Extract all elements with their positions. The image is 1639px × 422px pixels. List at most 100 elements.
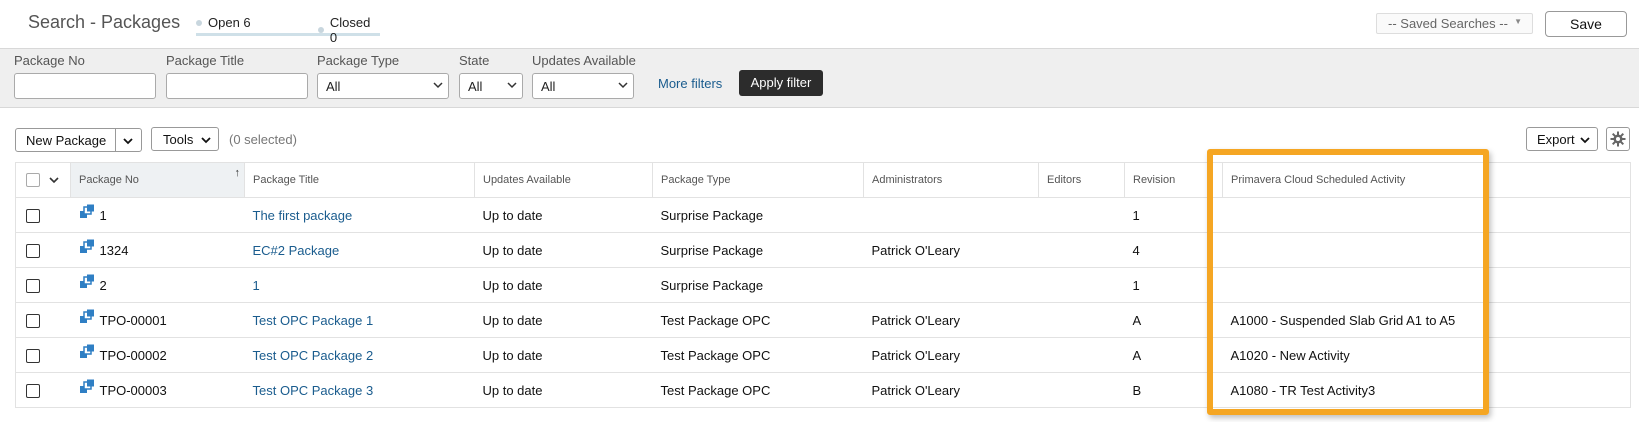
tab-open-label: Open 6 (208, 15, 251, 30)
row-select-cell[interactable] (15, 302, 71, 338)
table-row[interactable]: 1324 EC#2 Package Up to date Surprise Pa… (15, 232, 1631, 268)
table-row[interactable]: TPO-00003 Test OPC Package 3 Up to date … (15, 372, 1631, 408)
column-package-no[interactable]: Package No ↑ (70, 162, 245, 198)
state-label: State (459, 53, 490, 68)
package-type-cell: Surprise Package (652, 267, 864, 303)
administrators-cell: Patrick O'Leary (863, 372, 1039, 408)
administrators-cell: Patrick O'Leary (863, 302, 1039, 338)
select-all-checkbox[interactable] (26, 173, 40, 187)
revision-cell: B (1124, 372, 1223, 408)
state-value: All (468, 79, 483, 94)
package-type-label: Package Type (317, 53, 400, 68)
chevron-down-icon (618, 82, 628, 89)
column-package-type[interactable]: Package Type (652, 162, 864, 198)
package-no-text: 2 (99, 277, 107, 293)
status-tabs: Open 6 Closed 0 (196, 14, 380, 45)
package-icon (79, 379, 94, 393)
package-no-text: 1 (99, 207, 107, 223)
tools-button[interactable]: Tools (151, 127, 219, 151)
revision-cell: 4 (1124, 232, 1223, 268)
package-no-text: TPO-00002 (99, 347, 167, 363)
state-select[interactable]: All (459, 73, 523, 99)
chevron-down-icon (507, 82, 517, 89)
row-select-cell[interactable] (15, 337, 71, 373)
row-select-cell[interactable] (15, 232, 71, 268)
package-type-cell: Test Package OPC (652, 372, 864, 408)
updates-available-select[interactable]: All (532, 73, 634, 99)
package-title-link[interactable]: Test OPC Package 1 (244, 302, 475, 338)
status-dot-icon (196, 19, 202, 26)
package-title-link[interactable]: 1 (244, 267, 475, 303)
package-type-cell: Surprise Package (652, 232, 864, 268)
table-row[interactable]: TPO-00001 Test OPC Package 1 Up to date … (15, 302, 1631, 338)
editors-cell (1038, 267, 1125, 303)
package-icon (79, 239, 94, 253)
package-title-link[interactable]: EC#2 Package (244, 232, 475, 268)
table-row[interactable]: 1 The first package Up to date Surprise … (15, 197, 1631, 233)
editors-cell (1038, 372, 1125, 408)
editors-cell (1038, 197, 1125, 233)
administrators-cell (863, 197, 1039, 233)
export-button[interactable]: Export (1526, 127, 1598, 151)
column-package-no-label: Package No (79, 174, 139, 186)
column-primavera-activity[interactable]: Primavera Cloud Scheduled Activity (1222, 162, 1631, 198)
split-divider (115, 129, 116, 151)
row-checkbox[interactable] (26, 243, 40, 258)
table-row[interactable]: TPO-00002 Test OPC Package 2 Up to date … (15, 337, 1631, 373)
row-checkbox[interactable] (26, 313, 40, 328)
package-title-link[interactable]: The first package (244, 197, 475, 233)
activity-cell (1222, 232, 1631, 268)
updates-cell: Up to date (474, 267, 653, 303)
row-checkbox[interactable] (26, 208, 40, 223)
updates-cell: Up to date (474, 197, 653, 233)
package-icon (79, 274, 94, 288)
row-select-cell[interactable] (15, 267, 71, 303)
package-no-cell: TPO-00002 (70, 337, 245, 373)
page-header: Search - Packages Open 6 Closed 0 -- Sav… (0, 0, 1639, 48)
chevron-down-icon (1580, 137, 1590, 144)
settings-button[interactable] (1606, 127, 1630, 151)
editors-cell (1038, 232, 1125, 268)
row-select-cell[interactable] (15, 197, 71, 233)
sort-ascending-icon: ↑ (234, 167, 241, 179)
package-title-input[interactable] (166, 73, 308, 99)
chevron-down-icon[interactable] (49, 175, 59, 185)
select-all-header[interactable] (15, 162, 71, 198)
chevron-down-icon (201, 137, 211, 144)
more-filters-link[interactable]: More filters (658, 76, 722, 91)
revision-cell: A (1124, 337, 1223, 373)
column-package-title[interactable]: Package Title (244, 162, 475, 198)
package-no-input[interactable] (14, 73, 156, 99)
tab-open[interactable]: Open 6 (196, 15, 251, 30)
activity-cell (1222, 267, 1631, 303)
package-type-select[interactable]: All (317, 73, 449, 99)
row-checkbox[interactable] (26, 348, 40, 363)
new-package-split-button[interactable]: New Package (15, 128, 142, 152)
updates-cell: Up to date (474, 372, 653, 408)
package-no-cell: TPO-00001 (70, 302, 245, 338)
column-administrators[interactable]: Administrators (863, 162, 1039, 198)
activity-cell: A1080 - TR Test Activity3 (1222, 372, 1631, 408)
column-revision[interactable]: Revision (1124, 162, 1223, 198)
activity-cell: A1000 - Suspended Slab Grid A1 to A5 (1222, 302, 1631, 338)
packages-table: Package No ↑ Package Title Updates Avail… (15, 162, 1631, 408)
column-updates-available[interactable]: Updates Available (474, 162, 653, 198)
table-row[interactable]: 2 1 Up to date Surprise Package 1 (15, 267, 1631, 303)
column-editors[interactable]: Editors (1038, 162, 1125, 198)
tab-closed[interactable]: Closed 0 (318, 15, 380, 45)
row-checkbox[interactable] (26, 278, 40, 293)
save-button[interactable]: Save (1545, 11, 1627, 37)
saved-searches-select[interactable]: -- Saved Searches -- ▼ (1376, 13, 1533, 34)
apply-filter-button[interactable]: Apply filter (739, 70, 823, 96)
package-title-link[interactable]: Test OPC Package 2 (244, 337, 475, 373)
gear-icon (1610, 131, 1626, 147)
package-icon (79, 309, 94, 323)
chevron-down-icon[interactable] (122, 135, 134, 147)
editors-cell (1038, 302, 1125, 338)
new-package-button[interactable]: New Package (26, 133, 106, 148)
row-select-cell[interactable] (15, 372, 71, 408)
row-checkbox[interactable] (26, 383, 40, 398)
package-title-link[interactable]: Test OPC Package 3 (244, 372, 475, 408)
tools-label: Tools (163, 132, 194, 147)
administrators-cell (863, 267, 1039, 303)
